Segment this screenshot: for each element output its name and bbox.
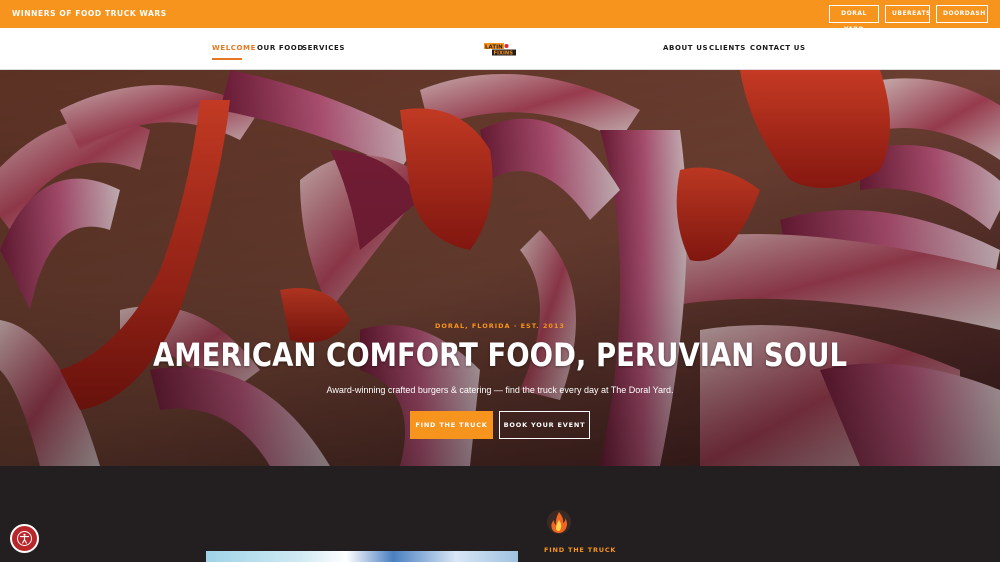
find-the-truck-label: FIND THE TRUCK	[544, 546, 617, 554]
nav-about-us[interactable]: ABOUT US	[663, 44, 708, 52]
nav-contact-us[interactable]: CONTACT US	[750, 44, 806, 52]
nav-welcome[interactable]: WELCOME	[212, 44, 256, 52]
top-announcement-bar: WINNERS OF FOOD TRUCK WARS DORAL YARD UB…	[0, 0, 1000, 33]
award-text: WINNERS OF FOOD TRUCK WARS	[12, 9, 167, 18]
main-navigation: WELCOME OUR FOOD SERVICES LATIN FIXINS A…	[0, 28, 1000, 70]
find-truck-section: FIND THE TRUCK	[0, 466, 1000, 562]
accessibility-button[interactable]	[10, 524, 39, 553]
svg-text:FIXINS: FIXINS	[494, 51, 514, 56]
nav-clients[interactable]: CLIENTS	[709, 44, 746, 52]
ubereats-link[interactable]: UBEREATS	[885, 5, 930, 23]
find-the-truck-button[interactable]: FIND THE TRUCK	[410, 411, 493, 439]
hero-kicker: DORAL, FLORIDA · EST. 2013	[435, 322, 565, 330]
hero-title: AMERICAN COMFORT FOOD, PERUVIAN SOUL	[152, 336, 848, 374]
active-nav-underline	[212, 58, 242, 60]
nav-services[interactable]: SERVICES	[302, 44, 345, 52]
hero-subtitle: Award-winning crafted burgers & catering…	[326, 385, 674, 395]
doordash-link[interactable]: DOORDASH	[936, 5, 988, 23]
book-your-event-button[interactable]: BOOK YOUR EVENT	[499, 411, 590, 439]
site-logo[interactable]: LATIN FIXINS	[484, 42, 516, 56]
flame-icon	[547, 510, 571, 534]
hero-overlay	[0, 70, 1000, 466]
delivery-links: DORAL YARD UBEREATS DOORDASH	[829, 5, 988, 33]
doral-yard-link[interactable]: DORAL YARD	[829, 5, 879, 33]
accessibility-icon	[17, 531, 32, 546]
hero-section: DORAL, FLORIDA · EST. 2013 AMERICAN COMF…	[0, 70, 1000, 466]
svg-text:LATIN: LATIN	[485, 44, 503, 50]
truck-photo	[206, 551, 518, 562]
nav-our-food[interactable]: OUR FOOD	[257, 44, 304, 52]
